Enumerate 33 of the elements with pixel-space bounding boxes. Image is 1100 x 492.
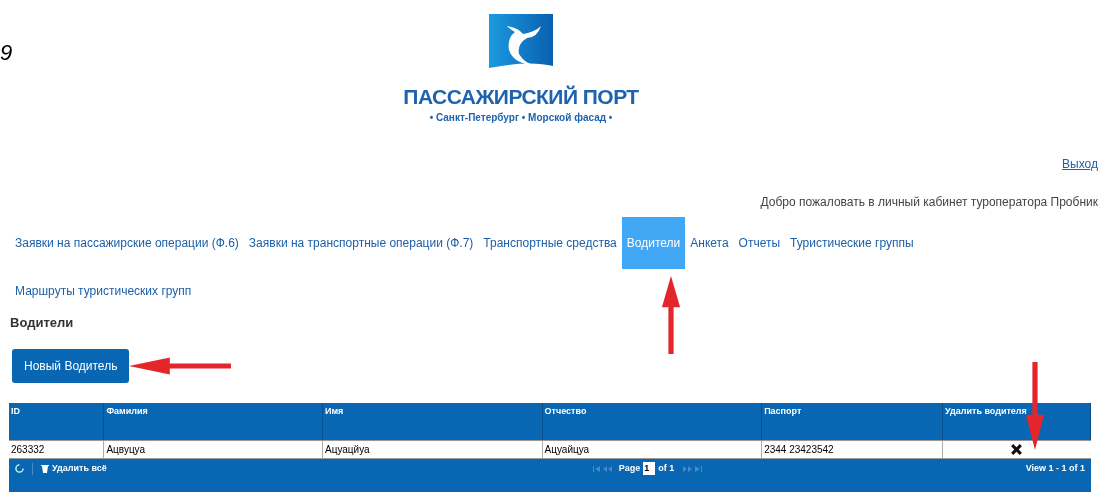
column-header: Фамилия: [104, 402, 323, 440]
new-driver-button[interactable]: Новый Водитель: [12, 348, 130, 383]
column-header: Имя: [323, 402, 543, 440]
nav-tab[interactable]: Отчеты: [733, 217, 786, 270]
page-count: of 1: [658, 462, 675, 475]
table-cell: Ацуайцуа: [542, 440, 763, 458]
prev-page-icon[interactable]: [602, 465, 612, 472]
corner-text: 9: [0, 39, 13, 67]
table-cell: Ацуацйуа: [323, 440, 543, 458]
delete-icon[interactable]: [1010, 442, 1024, 456]
nav-tab[interactable]: Заявки на транспортные операции (Ф.7): [243, 217, 479, 270]
view-count: View 1 - 1 of 1: [1025, 462, 1085, 475]
column-header: Отчество: [542, 402, 763, 440]
page-field[interactable]: 1: [643, 462, 656, 476]
trash-icon: [41, 464, 49, 474]
logo-subtitle: • Санкт-Петербург • Морской фасад •: [429, 111, 613, 126]
delete-all-button[interactable]: Удалить всё: [41, 462, 107, 476]
next-page-icon[interactable]: [683, 465, 693, 472]
logout-link[interactable]: Выход: [1062, 155, 1098, 174]
nav-tab[interactable]: Туристические группы: [785, 217, 919, 270]
nav-tab[interactable]: Транспортные средства: [478, 217, 622, 270]
table-cell: 263332: [9, 440, 105, 458]
table-cell: 2344 23423542: [762, 440, 943, 458]
refresh-icon[interactable]: [15, 464, 24, 474]
last-page-icon[interactable]: [695, 465, 703, 472]
table-cell: Ацвуцуа: [104, 440, 323, 458]
column-header: ID: [9, 402, 105, 440]
nav-tab[interactable]: Анкета: [685, 217, 734, 270]
welcome-text: Добро пожаловать в личный кабинет туроператора Пробник: [760, 194, 1098, 212]
page-label: Page: [618, 462, 641, 475]
logo-title: ПАССАЖИРСКИЙ ПОРТ: [403, 84, 639, 110]
column-header: Паспорт: [762, 402, 943, 440]
first-page-icon[interactable]: [592, 465, 600, 472]
